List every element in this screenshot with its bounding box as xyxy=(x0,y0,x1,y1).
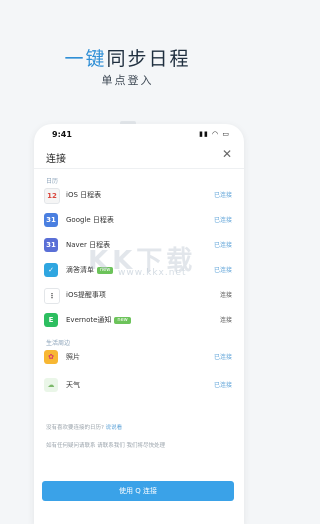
row-label: Google 日程表 xyxy=(66,216,114,224)
status-icons: ▮▮ ◠ ▭ xyxy=(199,130,230,138)
hero-title-rest: 同步日程 xyxy=(106,48,191,70)
row-label: 照片 xyxy=(66,353,80,361)
connection-row[interactable]: E Evernote通知 new 连接 xyxy=(34,309,244,331)
hero-title-accent: 一键 xyxy=(64,48,107,70)
connect-link[interactable]: 连接 xyxy=(220,290,232,299)
app-icon: 31 xyxy=(44,238,58,252)
connection-row[interactable]: 12 iOS 日程表 已连接 xyxy=(34,184,244,206)
connection-row[interactable]: ⋮ iOS提醒事项 连接 xyxy=(34,284,244,306)
app-icon: ✓ xyxy=(44,263,58,277)
app-icon: ✿ xyxy=(44,350,58,364)
hero-subtitle: 单点登入 xyxy=(101,74,154,87)
connected-status[interactable]: 已连接 xyxy=(214,240,232,249)
header-divider xyxy=(34,168,244,169)
panel-title: 连接 xyxy=(46,154,66,165)
app-icon: 31 xyxy=(44,213,58,227)
connection-row[interactable]: 31 Naver 日程表 已连接 xyxy=(34,234,244,256)
footer-question: 没有喜欢要连接的日历? xyxy=(46,425,104,431)
close-icon[interactable]: ✕ xyxy=(222,147,232,161)
connected-status[interactable]: 已连接 xyxy=(214,352,232,361)
row-label: iOS 日程表 xyxy=(66,191,102,199)
connection-row[interactable]: 31 Google 日程表 已连接 xyxy=(34,209,244,231)
row-label: 天气 xyxy=(66,381,80,389)
row-label: 滴答清单 new xyxy=(66,265,114,275)
connection-row[interactable]: ☁ 天气 已连接 xyxy=(34,374,244,396)
footer-note-2: 如有任何疑问请联系 请联系我们 我们将尽快处理 xyxy=(46,443,165,449)
new-badge: new xyxy=(97,266,114,274)
app-icon: E xyxy=(44,313,58,327)
app-icon: 12 xyxy=(44,188,60,204)
row-label: Evernote通知 new xyxy=(66,315,131,325)
connect-button[interactable]: 使用 Q 连接 xyxy=(42,481,234,501)
connect-panel: 9:41 ▮▮ ◠ ▭ 连接 ✕ 日历 12 iOS 日程表 已连接 31 Google… xyxy=(34,124,244,524)
feedback-link[interactable]: 说说看 xyxy=(106,425,123,431)
row-label: Naver 日程表 xyxy=(66,241,111,249)
status-time: 9:41 xyxy=(52,130,72,139)
hero-title: 一键同步日程 xyxy=(0,44,255,71)
connection-row[interactable]: ✓ 滴答清单 new 已连接 xyxy=(34,259,244,281)
app-icon: ⋮ xyxy=(44,288,60,304)
connect-link[interactable]: 连接 xyxy=(220,315,232,324)
app-icon: ☁ xyxy=(44,378,58,392)
connection-row[interactable]: ✿ 照片 已连接 xyxy=(34,346,244,368)
new-badge: new xyxy=(114,316,131,324)
row-label: iOS提醒事项 xyxy=(66,291,106,299)
connected-status[interactable]: 已连接 xyxy=(214,215,232,224)
connected-status[interactable]: 已连接 xyxy=(214,265,232,274)
connected-status[interactable]: 已连接 xyxy=(214,380,232,389)
status-bar: 9:41 ▮▮ ◠ ▭ xyxy=(34,124,244,144)
connected-status[interactable]: 已连接 xyxy=(214,190,232,199)
footer-note-1: 没有喜欢要连接的日历? 说说看 xyxy=(46,424,232,432)
